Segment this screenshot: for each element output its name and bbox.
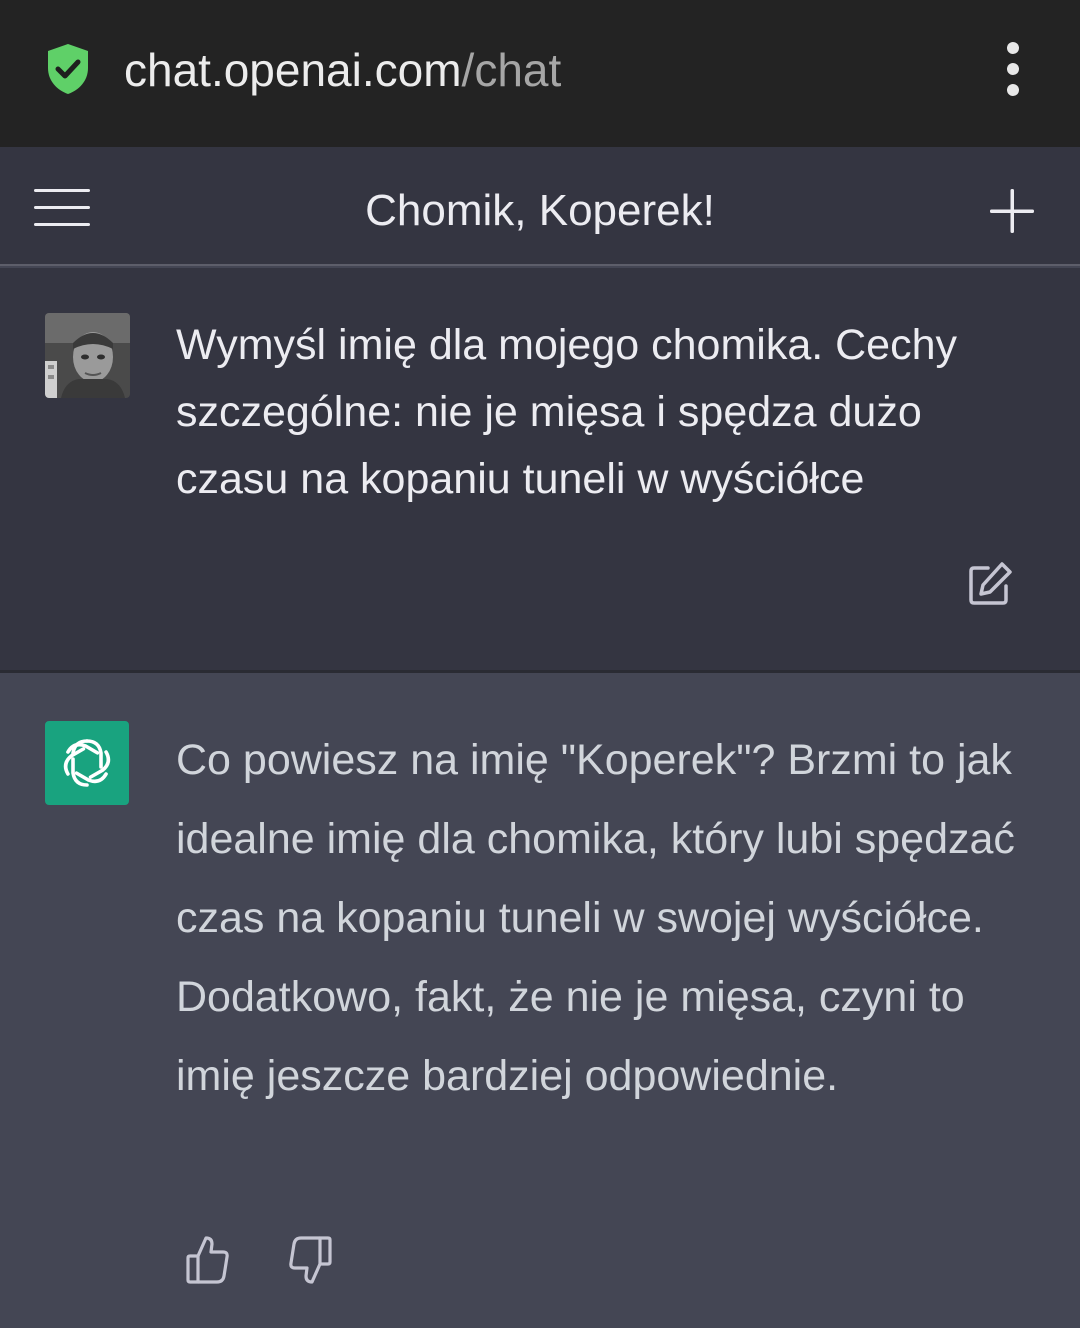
kebab-menu-icon[interactable] <box>996 40 1030 98</box>
chat-header: Chomik, Koperek! <box>0 147 1080 266</box>
url-host: chat.openai.com <box>124 44 462 96</box>
address-field[interactable]: chat.openai.com/chat <box>124 40 561 100</box>
assistant-message: Co powiesz na imię "Koperek"? Brzmi to j… <box>0 676 1080 1328</box>
thumbs-up-icon[interactable] <box>184 1234 232 1286</box>
plus-icon[interactable] <box>988 187 1036 235</box>
shield-check-icon[interactable] <box>44 42 92 96</box>
assistant-message-text: Co powiesz na imię "Koperek"? Brzmi to j… <box>176 736 1015 1100</box>
chat-title: Chomik, Koperek! <box>365 186 715 235</box>
user-avatar <box>45 313 130 398</box>
browser-url-bar: chat.openai.com/chat <box>0 0 1080 147</box>
openai-logo-icon <box>45 721 129 805</box>
edit-icon[interactable] <box>966 560 1014 608</box>
user-message: Wymyśl imię dla mojego chomika. Cechy sz… <box>0 268 1080 673</box>
url-path: /chat <box>461 44 562 96</box>
thumbs-down-icon[interactable] <box>286 1234 334 1286</box>
user-message-text: Wymyśl imię dla mojego chomika. Cechy sz… <box>176 321 958 503</box>
